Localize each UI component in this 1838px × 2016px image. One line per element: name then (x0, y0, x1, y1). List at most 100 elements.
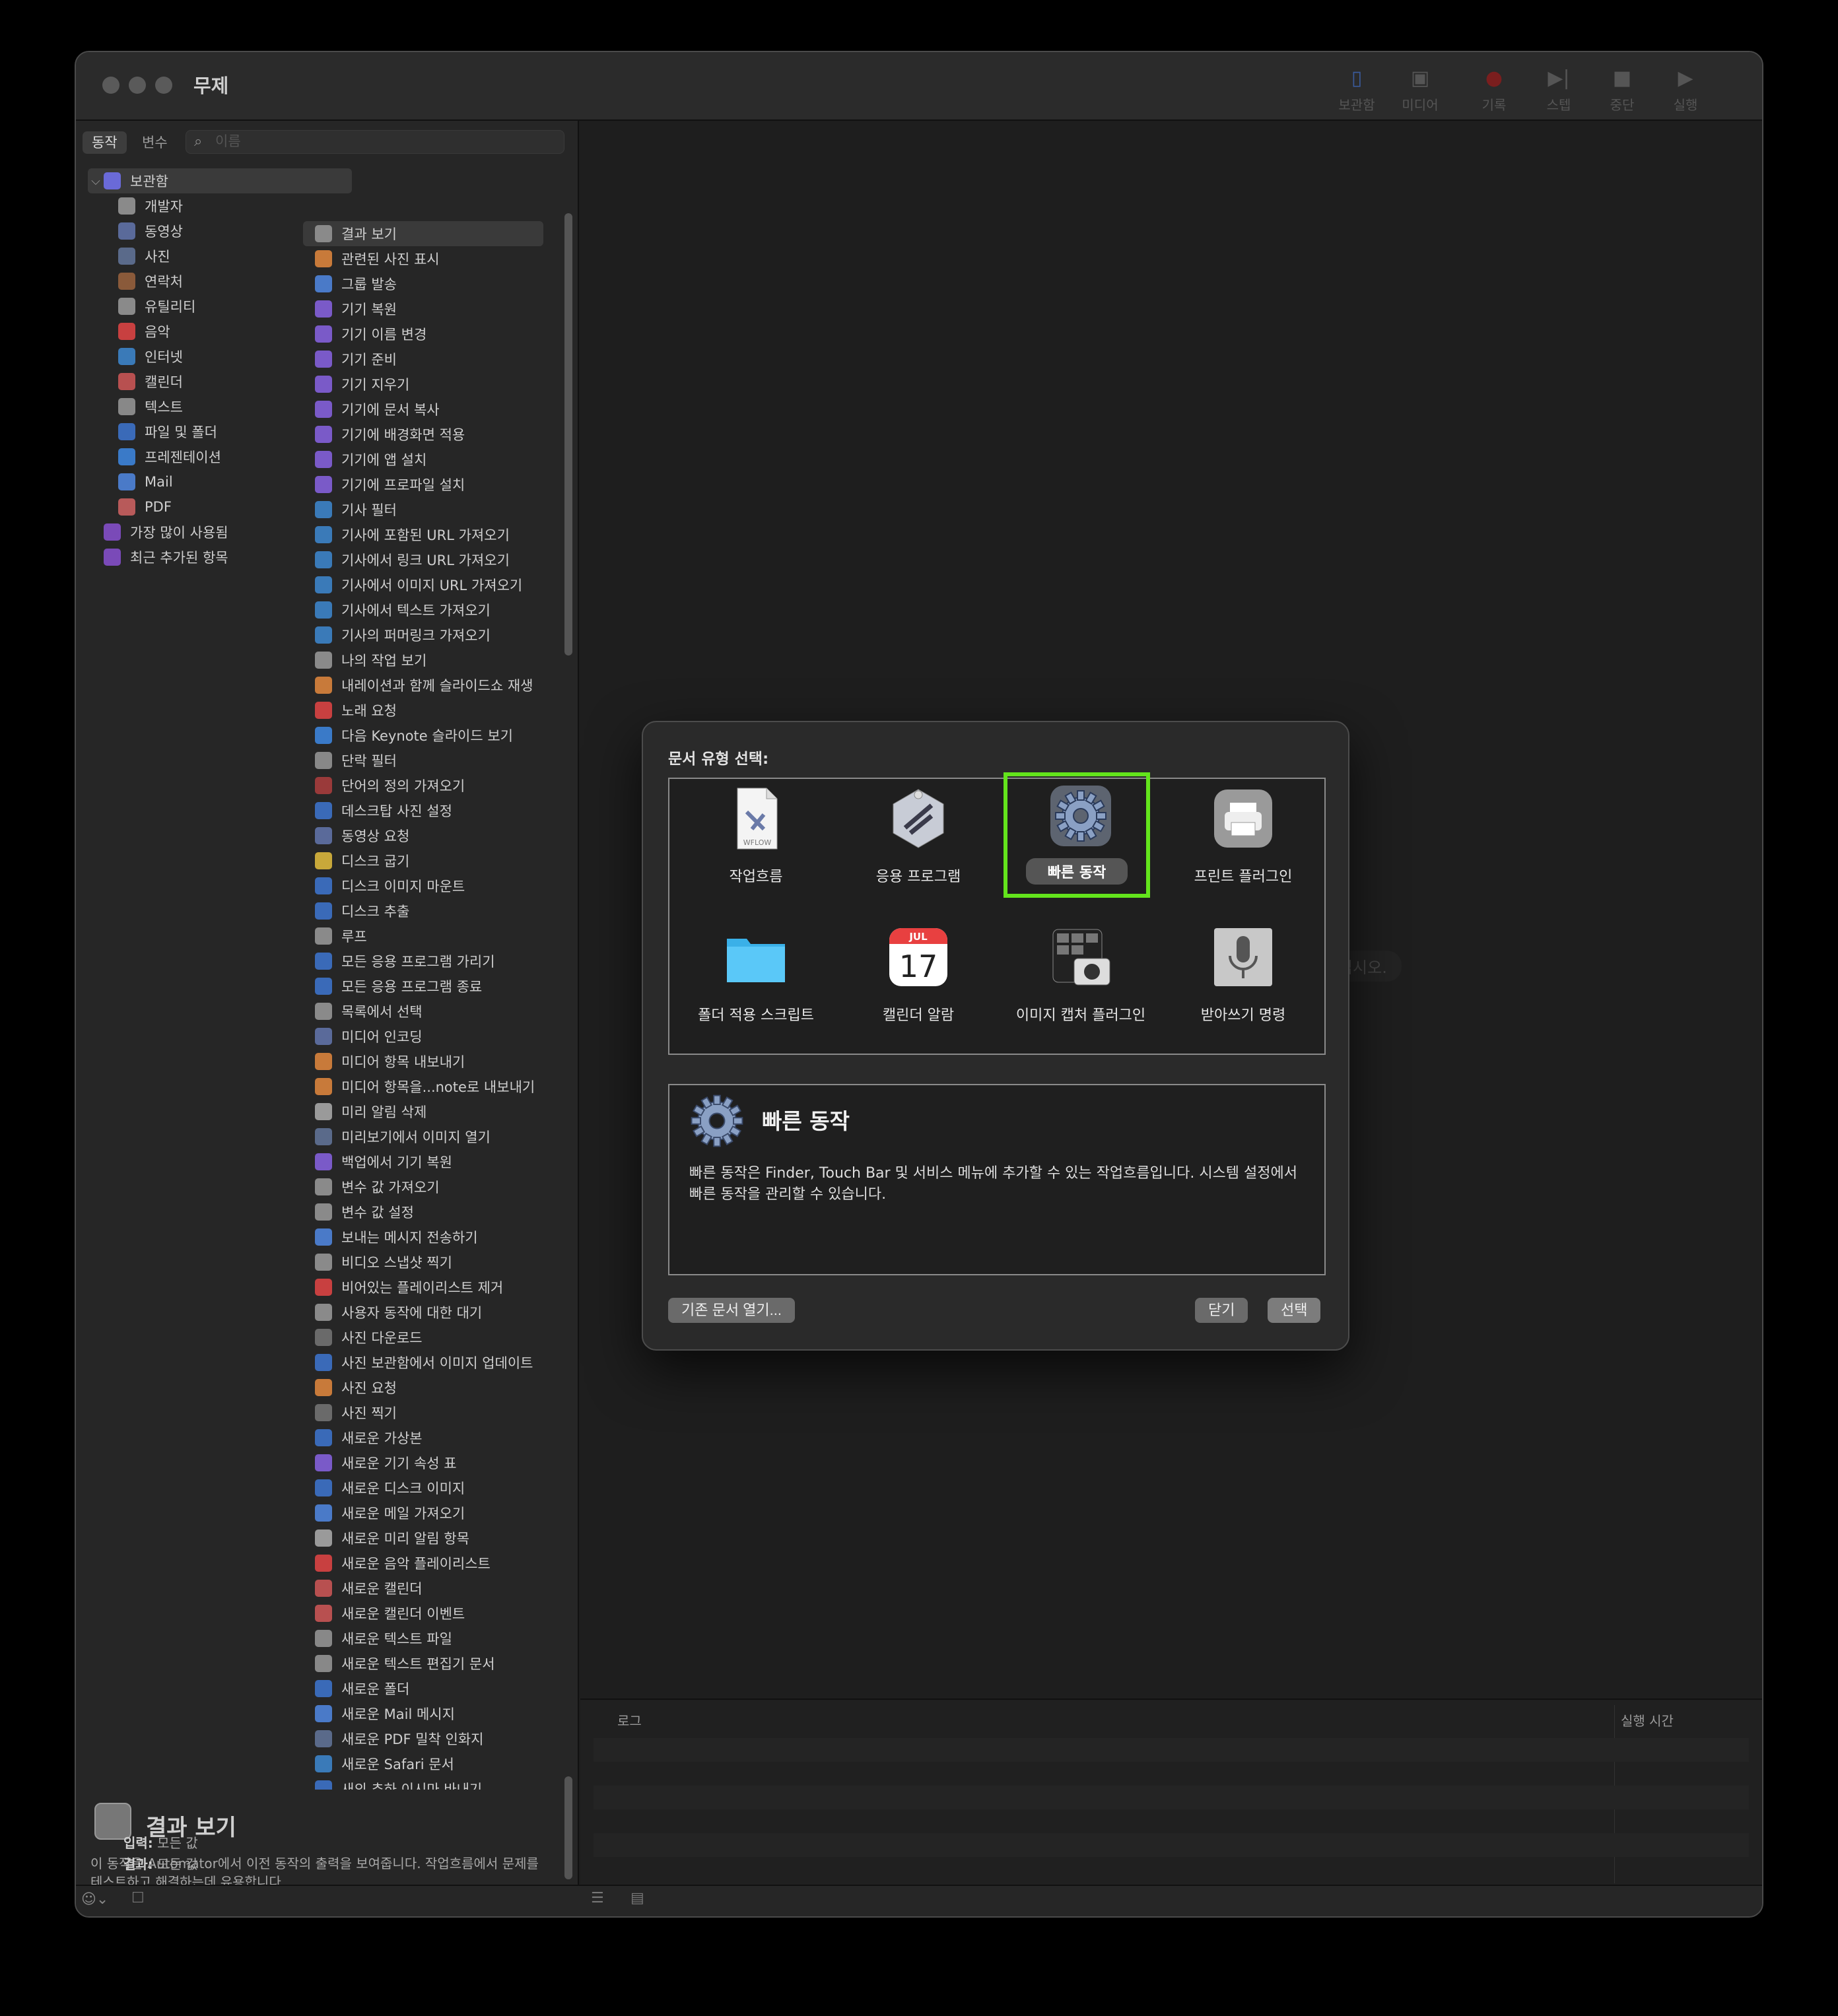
action-item[interactable]: 단락 필터 (303, 748, 567, 773)
action-item[interactable]: 그룹 발송 (303, 271, 567, 296)
action-item[interactable]: 기기 지우기 (303, 372, 567, 397)
action-item[interactable]: 동영상 요청 (303, 823, 567, 848)
action-item[interactable]: 새로운 디스크 이미지 (303, 1475, 567, 1500)
close-window-button[interactable] (102, 77, 119, 94)
step-toolbar-button[interactable]: ▶| 스텝 (1532, 65, 1585, 114)
action-item[interactable]: 사진 보관함에서 이미지 업데이트 (303, 1350, 567, 1375)
action-item[interactable]: 사진 요청 (303, 1375, 567, 1400)
media-toolbar-button[interactable]: ▣ 미디어 (1394, 65, 1447, 114)
action-item[interactable]: 사진 찍기 (303, 1400, 567, 1425)
log-row (594, 1786, 1749, 1809)
action-label: 데스크탑 사진 설정 (341, 803, 452, 819)
log-column-header[interactable]: 로그 (617, 1710, 642, 1730)
document-type-tile[interactable]: JUL 17 캘린더 알람 (845, 918, 992, 1043)
action-item[interactable]: 새로운 메일 가져오기 (303, 1500, 567, 1526)
checkbox-icon[interactable]: ☐ (131, 1890, 145, 1906)
split-view-icon[interactable]: ▤ (630, 1890, 644, 1906)
action-item[interactable]: 변수 값 설정 (303, 1199, 567, 1225)
action-item[interactable]: 기사에서 이미지 URL 가져오기 (303, 572, 567, 597)
action-item[interactable]: 미디어 인코딩 (303, 1024, 567, 1049)
action-item[interactable]: 기사 필터 (303, 497, 567, 522)
action-item[interactable]: 새로운 PDF 밀착 인화지 (303, 1726, 567, 1751)
action-item[interactable]: 단어의 정의 가져오기 (303, 773, 567, 798)
action-item[interactable]: 미디어 항목 내보내기 (303, 1049, 567, 1074)
document-type-tile[interactable]: WFLOW 작업흐름 (683, 779, 829, 904)
action-item[interactable]: 새로운 폴더 (303, 1676, 567, 1701)
action-item[interactable]: 기기 이름 변경 (303, 321, 567, 347)
action-item[interactable]: 나의 작업 보기 (303, 648, 567, 673)
action-item[interactable]: 새로운 음악 플레이리스트 (303, 1551, 567, 1576)
action-item[interactable]: 내레이션과 함께 슬라이드쇼 재생 (303, 673, 567, 698)
action-item[interactable]: 미리 알림 삭제 (303, 1099, 567, 1124)
tab-actions[interactable]: 동작 (83, 131, 127, 154)
library-search-input[interactable] (215, 133, 545, 151)
document-type-tile[interactable]: 프린트 플러그인 (1170, 779, 1316, 904)
stop-toolbar-button[interactable]: ■ 중단 (1596, 65, 1649, 114)
action-item[interactable]: 새로운 텍스트 파일 (303, 1626, 567, 1651)
action-item[interactable]: 기사에서 텍스트 가져오기 (303, 597, 567, 622)
action-item[interactable]: 사용자 동작에 대한 대기 (303, 1300, 567, 1325)
close-button[interactable]: 닫기 (1195, 1298, 1248, 1323)
action-item[interactable]: 새로운 미리 알림 항목 (303, 1526, 567, 1551)
action-item[interactable]: 새로운 텍스트 편집기 문서 (303, 1651, 567, 1676)
action-item[interactable]: 데스크탑 사진 설정 (303, 798, 567, 823)
action-item[interactable]: 비디오 스냅샷 찍기 (303, 1250, 567, 1275)
tab-variables[interactable]: 변수 (133, 131, 177, 154)
action-item[interactable]: 기기 준비 (303, 347, 567, 372)
action-item[interactable]: 새로운 Mail 메시지 (303, 1701, 567, 1726)
action-item[interactable]: 새로운 가상본 (303, 1425, 567, 1450)
action-item[interactable]: 기기에 프로파일 설치 (303, 472, 567, 497)
record-toolbar-button[interactable]: ● 기록 (1468, 65, 1520, 114)
action-item[interactable]: 노래 요청 (303, 698, 567, 723)
action-item[interactable]: 모든 응용 프로그램 가리기 (303, 949, 567, 974)
open-existing-document-button[interactable]: 기존 문서 열기... (668, 1298, 796, 1323)
action-item[interactable]: 디스크 이미지 마운트 (303, 873, 567, 898)
document-type-tile[interactable]: 빠른 동작 (1004, 772, 1150, 898)
action-item[interactable]: 새의 추하 이시마 바내기 (303, 1776, 567, 1790)
action-item[interactable]: 새로운 기기 속성 표 (303, 1450, 567, 1475)
action-item[interactable]: 변수 값 가져오기 (303, 1174, 567, 1199)
document-type-tile[interactable]: 이미지 캡처 플러그인 (1007, 918, 1154, 1043)
action-item[interactable]: 기사에서 링크 URL 가져오기 (303, 547, 567, 572)
choose-button[interactable]: 선택 (1268, 1298, 1321, 1323)
action-item[interactable]: 기기에 앱 설치 (303, 447, 567, 472)
library-toolbar-button[interactable]: ▯ 보관함 (1330, 65, 1383, 114)
action-item[interactable]: 비어있는 플레이리스트 제거 (303, 1275, 567, 1300)
action-item[interactable]: 모든 응용 프로그램 종료 (303, 974, 567, 999)
document-type-tile[interactable]: 폴더 적용 스크립트 (683, 918, 829, 1043)
action-item[interactable]: 기기에 문서 복사 (303, 397, 567, 422)
action-item[interactable]: 루프 (303, 924, 567, 949)
action-item[interactable]: 목록에서 선택 (303, 999, 567, 1024)
action-item[interactable]: 다음 Keynote 슬라이드 보기 (303, 723, 567, 748)
action-item[interactable]: 새로운 캘린더 (303, 1576, 567, 1601)
action-item[interactable]: 미디어 항목을...note로 내보내기 (303, 1074, 567, 1099)
run-toolbar-button[interactable]: ▶ 실행 (1659, 65, 1712, 114)
list-view-icon[interactable]: ☰ (591, 1890, 604, 1906)
library-category[interactable]: 개발자 (88, 193, 352, 218)
document-type-tile[interactable]: 받아쓰기 명령 (1170, 918, 1316, 1043)
action-item[interactable]: 결과 보기 (303, 221, 543, 246)
action-item[interactable]: 관련된 사진 표시 (303, 246, 567, 271)
document-type-tile[interactable]: 응용 프로그램 (845, 779, 992, 904)
library-category[interactable]: ⌵ 보관함 (88, 168, 352, 193)
action-item[interactable]: 백업에서 기기 복원 (303, 1149, 567, 1174)
minimize-window-button[interactable] (129, 77, 146, 94)
action-item[interactable]: 기기 복원 (303, 296, 567, 321)
action-list-scrollbar[interactable] (564, 213, 572, 655)
action-item[interactable]: 기기에 배경화면 적용 (303, 422, 567, 447)
action-item[interactable]: 보내는 메시지 전송하기 (303, 1225, 567, 1250)
zoom-window-button[interactable] (155, 77, 172, 94)
duration-column-header[interactable]: 실행 시간 (1621, 1710, 1674, 1730)
action-item[interactable]: 새로운 캘린더 이벤트 (303, 1601, 567, 1626)
action-item[interactable]: 사진 다운로드 (303, 1325, 567, 1350)
action-item[interactable]: 새로운 Safari 문서 (303, 1751, 567, 1776)
action-item[interactable]: 미리보기에서 이미지 열기 (303, 1124, 567, 1149)
action-item[interactable]: 디스크 추출 (303, 898, 567, 924)
description-scrollbar[interactable] (564, 1776, 572, 1879)
disclosure-chevron-icon[interactable]: ⌵ (88, 174, 104, 188)
document-type-label: 폴더 적용 스크립트 (698, 1007, 814, 1024)
action-item[interactable]: 기사의 퍼머링크 가져오기 (303, 622, 567, 648)
action-menu-icon[interactable]: ☺⌄ (81, 1891, 108, 1908)
action-item[interactable]: 기사에 포함된 URL 가져오기 (303, 522, 567, 547)
action-item[interactable]: 디스크 굽기 (303, 848, 567, 873)
